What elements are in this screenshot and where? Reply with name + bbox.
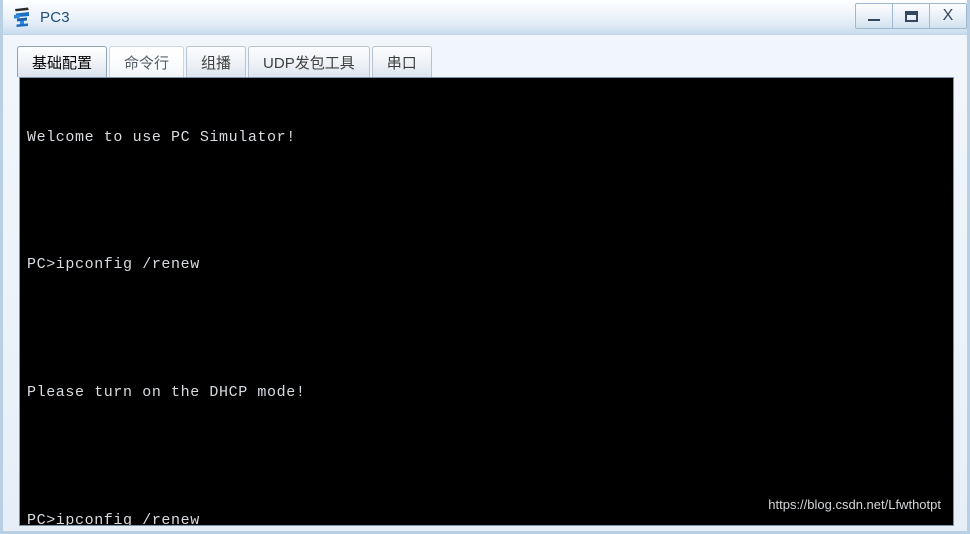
terminal-line: PC>ipconfig /renew bbox=[27, 511, 200, 526]
window-titlebar[interactable]: PC3 X bbox=[3, 0, 967, 35]
terminal-line: Please turn on the DHCP mode! bbox=[27, 384, 306, 402]
close-button[interactable]: X bbox=[929, 3, 967, 29]
maximize-button[interactable] bbox=[892, 3, 930, 29]
tab-label: UDP发包工具 bbox=[263, 54, 355, 72]
tab-label: 串口 bbox=[386, 54, 417, 72]
tab-command-line[interactable]: 命令行 bbox=[109, 46, 185, 77]
window-controls: X bbox=[855, 3, 967, 29]
terminal-line: Welcome to use PC Simulator! bbox=[27, 128, 296, 146]
pc3-window: PC3 X 基础配置 命令行 组播 UDP发包工具 串口 Welcome to … bbox=[0, 0, 970, 534]
pc-monitor-icon bbox=[12, 6, 34, 28]
tab-label: 组播 bbox=[201, 54, 232, 72]
minimize-icon bbox=[868, 18, 880, 21]
tab-label: 基础配置 bbox=[32, 54, 93, 72]
minimize-button[interactable] bbox=[855, 3, 893, 29]
terminal-console[interactable]: Welcome to use PC Simulator! PC>ipconfig… bbox=[19, 77, 954, 526]
terminal-line: PC>ipconfig /renew bbox=[27, 256, 200, 274]
tab-label: 命令行 bbox=[124, 54, 170, 72]
window-title: PC3 bbox=[40, 8, 70, 26]
tab-basic-config[interactable]: 基础配置 bbox=[17, 46, 108, 77]
titlebar-left: PC3 bbox=[3, 6, 70, 28]
tab-serial-port[interactable]: 串口 bbox=[371, 46, 432, 77]
tab-multicast[interactable]: 组播 bbox=[186, 46, 247, 77]
close-icon: X bbox=[942, 7, 954, 24]
maximize-icon bbox=[904, 10, 918, 22]
tab-udp-tool[interactable]: UDP发包工具 bbox=[248, 46, 370, 77]
watermark-text: https://blog.csdn.net/Lfwthotpt bbox=[768, 497, 941, 512]
tab-bar: 基础配置 命令行 组播 UDP发包工具 串口 bbox=[17, 44, 434, 77]
terminal-output: Welcome to use PC Simulator! PC>ipconfig… bbox=[20, 78, 953, 526]
